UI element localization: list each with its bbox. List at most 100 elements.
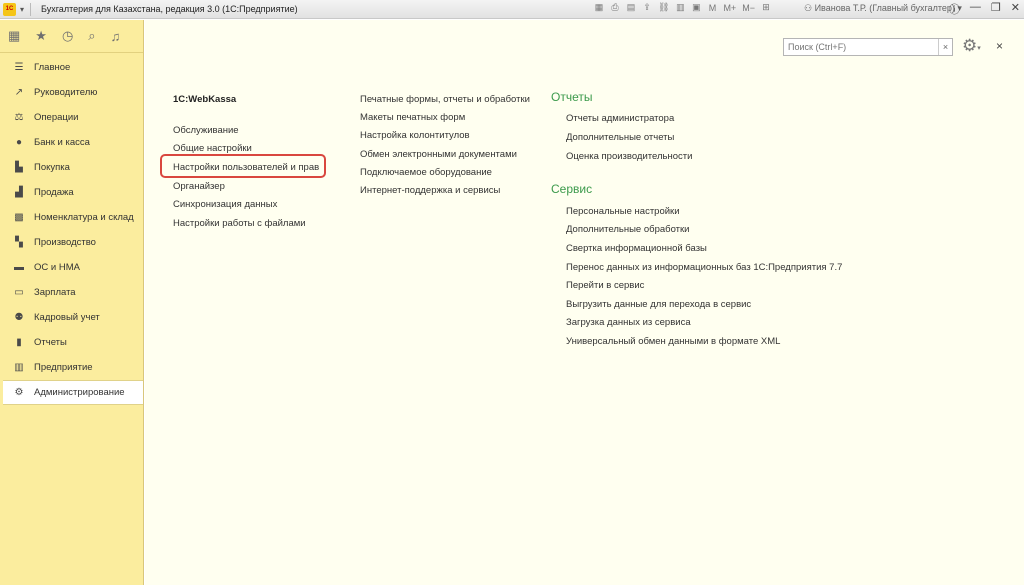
sidebar-item-label: Покупка: [34, 162, 70, 173]
sidebar-item-label: Отчеты: [34, 337, 67, 348]
group-service: Сервис: [551, 182, 592, 196]
link-additional-reports[interactable]: Дополнительные отчеты: [566, 132, 674, 143]
section-list: ☰ Главное ↗ Руководителю ⚖ Операции ● Банк и…: [0, 53, 143, 405]
close-window-icon[interactable]: ✕: [1011, 1, 1020, 17]
link-infobase-collapse[interactable]: Свертка информационной базы: [566, 243, 707, 254]
sidebar-item-label: Руководителю: [34, 87, 98, 98]
link-data-sync[interactable]: Синхронизация данных: [173, 199, 277, 210]
history-icon[interactable]: ◷: [62, 28, 73, 44]
bank-icon: ●: [15, 137, 23, 148]
panel-settings-gear-icon[interactable]: ⚙▾: [962, 36, 981, 56]
close-panel-icon[interactable]: ×: [996, 39, 1003, 53]
calendar-icon[interactable]: ▥: [675, 2, 685, 13]
company-icon: ▥: [14, 362, 24, 373]
sidebar-item-nomenclature[interactable]: ▩ Номенклатура и склад: [0, 205, 143, 230]
info-icon[interactable]: ⓘ: [949, 1, 960, 17]
link-edocs-exchange[interactable]: Обмен электронными документами: [360, 149, 517, 160]
sidebar-item-main[interactable]: ☰ Главное: [0, 55, 143, 80]
title-separator: [30, 2, 32, 16]
link-transfer-77[interactable]: Перенос данных из информационных баз 1С:…: [566, 262, 842, 273]
link-headers-footers[interactable]: Настройка колонтитулов: [360, 130, 470, 141]
link-internet-support[interactable]: Интернет-поддержка и сервисы: [360, 185, 500, 196]
sidebar-item-label: Кадровый учет: [34, 312, 100, 323]
memory-add-button[interactable]: M+: [723, 3, 736, 13]
link-xml-exchange[interactable]: Универсальный обмен данными в формате XM…: [566, 336, 780, 347]
link-user-settings-rights[interactable]: Настройки пользователей и прав: [173, 162, 319, 173]
calc-icon[interactable]: ▣: [691, 2, 701, 13]
bag-icon: ▟: [15, 187, 23, 198]
title-bar: 1С ▾ Бухгалтерия для Казахстана, редакци…: [0, 0, 1024, 19]
sidebar-item-sales[interactable]: ▟ Продажа: [0, 180, 143, 205]
report-icon: ▮: [16, 337, 22, 348]
link-import-from-service[interactable]: Загрузка данных из сервиса: [566, 317, 691, 328]
sidebar-item-reports[interactable]: ▮ Отчеты: [0, 330, 143, 355]
sidebar-item-company[interactable]: ▥ Предприятие: [0, 355, 143, 380]
favorites-star-icon[interactable]: ★: [35, 28, 47, 44]
preview-icon[interactable]: ▤: [626, 2, 636, 13]
operations-icon: ⚖: [14, 112, 24, 123]
sections-panel: ▦ ★ ◷ ⌕ ♫ ☰ Главное ↗ Руководителю ⚖ Операц…: [0, 20, 144, 585]
cart-icon: ▙: [15, 162, 23, 173]
truck-icon: ▬: [14, 262, 24, 273]
group-heading-service: Сервис: [551, 182, 593, 196]
sidebar-item-hr[interactable]: ⚉ Кадровый учет: [0, 305, 143, 330]
link-maintenance[interactable]: Обслуживание: [173, 125, 239, 136]
sidebar-item-purchase[interactable]: ▙ Покупка: [0, 155, 143, 180]
link-organizer[interactable]: Органайзер: [173, 181, 225, 192]
link-file-settings[interactable]: Настройки работы с файлами: [173, 218, 306, 229]
notifications-bell-icon[interactable]: ♫: [111, 29, 121, 44]
sidebar-item-label: ОС и НМА: [34, 262, 80, 273]
link-additional-processing[interactable]: Дополнительные обработки: [566, 224, 689, 235]
search-clear-button[interactable]: ×: [938, 39, 952, 55]
sidebar-item-label: Продажа: [34, 187, 74, 198]
search-input[interactable]: [784, 39, 938, 55]
sidebar-item-salary[interactable]: ▭ Зарплата: [0, 280, 143, 305]
sidebar-item-label: Банк и касса: [34, 137, 90, 148]
current-user[interactable]: ⚇ Иванова Т.Р. (Главный бухгалтер) ▾: [804, 3, 962, 14]
sidebar-item-director[interactable]: ↗ Руководителю: [0, 80, 143, 105]
factory-icon: ▚: [15, 237, 23, 248]
warehouse-icon: ▩: [14, 212, 24, 223]
sidebar-item-bank[interactable]: ● Банк и касса: [0, 130, 143, 155]
link-export-to-service[interactable]: Выгрузить данные для перехода в сервис: [566, 299, 751, 310]
sidebar-item-label: Главное: [34, 62, 71, 73]
app-logo-icon[interactable]: 1С: [3, 2, 16, 16]
link-go-to-service[interactable]: Перейти в сервис: [566, 280, 644, 291]
link-admin-reports[interactable]: Отчеты администратора: [566, 113, 674, 124]
sidebar-item-operations[interactable]: ⚖ Операции: [0, 105, 143, 130]
sidebar-item-label: Предприятие: [34, 362, 93, 373]
section-heading-webkassa: 1С:WebKassa: [173, 94, 237, 105]
link-icon[interactable]: ⛓: [658, 2, 669, 13]
sidebar-toolbar: ▦ ★ ◷ ⌕ ♫: [0, 20, 143, 53]
sidebar-item-production[interactable]: ▚ Производство: [0, 230, 143, 255]
link-print-templates[interactable]: Макеты печатных форм: [360, 112, 465, 123]
search-box: ×: [783, 38, 953, 56]
link-general-settings[interactable]: Общие настройки: [173, 143, 252, 154]
link-personal-settings[interactable]: Персональные настройки: [566, 206, 680, 217]
minimize-icon[interactable]: —: [970, 1, 981, 17]
sidebar-item-label: Зарплата: [34, 287, 76, 298]
link-performance[interactable]: Оценка производительности: [566, 151, 692, 162]
zoom-icon[interactable]: ⊞: [761, 2, 771, 13]
print-icon[interactable]: ⎙: [610, 2, 620, 13]
current-user-label: Иванова Т.Р. (Главный бухгалтер): [814, 3, 955, 13]
group-reports: Отчеты: [551, 90, 592, 104]
gear-icon: ⚙: [14, 387, 24, 398]
apps-grid-icon[interactable]: ▦: [8, 28, 20, 44]
restore-icon[interactable]: ❐: [991, 1, 1001, 17]
trend-icon: ↗: [14, 87, 24, 98]
save-icon[interactable]: ▦: [594, 2, 604, 13]
memory-subtract-button[interactable]: M−: [742, 3, 755, 13]
sidebar-item-administration[interactable]: ⚙ Администрирование: [3, 380, 143, 405]
sidebar-item-label: Номенклатура и склад: [34, 212, 134, 223]
search-icon[interactable]: ⌕: [88, 28, 95, 44]
menu-icon: ☰: [14, 62, 24, 73]
menu-chevron-icon[interactable]: ▾: [20, 5, 24, 14]
administration-panel: × ⚙▾ × 1С:WebKassa Обслуживание Общие на…: [145, 20, 1024, 585]
memory-button[interactable]: M: [707, 3, 717, 13]
sidebar-item-assets[interactable]: ▬ ОС и НМА: [0, 255, 143, 280]
link-print-forms[interactable]: Печатные формы, отчеты и обработки: [360, 94, 530, 105]
window-title: Бухгалтерия для Казахстана, редакция 3.0…: [41, 4, 298, 14]
link-equipment[interactable]: Подключаемое оборудование: [360, 167, 492, 178]
upload-icon[interactable]: ⇪: [642, 2, 652, 13]
